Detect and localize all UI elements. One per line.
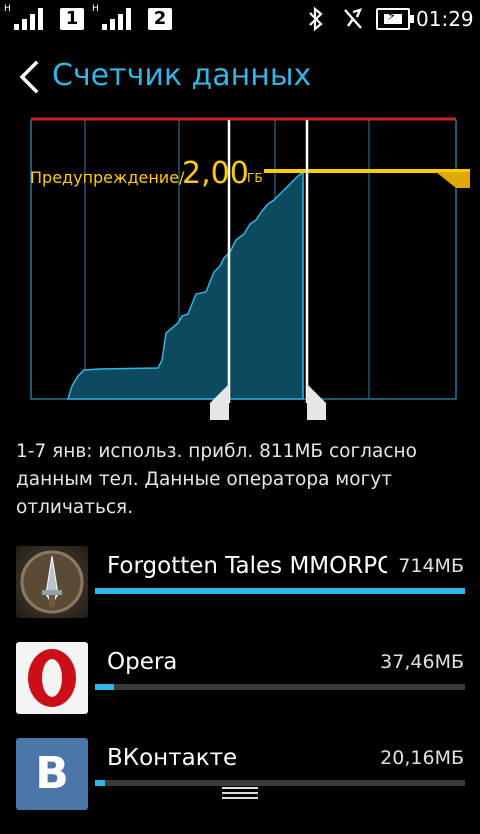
app-usage-bar [95, 588, 465, 594]
usage-summary-text: 1-7 янв: использ. прибл. 811МБ согласно … [16, 441, 417, 518]
menu-handle-icon[interactable] [222, 787, 258, 800]
warning-unit: ГБ [247, 171, 263, 185]
warning-line-handle[interactable] [436, 172, 470, 188]
warning-value: 2,00 [182, 156, 249, 191]
app-header: Счетчик данных [0, 50, 480, 104]
sim1-badge: 1 [60, 8, 84, 30]
forgotten-tales-icon [16, 546, 88, 618]
signal-strength-icon-1 [14, 8, 48, 30]
vkontakte-letter: B [35, 748, 69, 799]
app-name: Opera [107, 649, 178, 675]
sim2-badge: 2 [148, 8, 172, 30]
page-title: Счетчик данных [52, 58, 312, 93]
app-name: ВКонтакте [107, 745, 238, 771]
back-arrow-icon[interactable] [14, 58, 44, 96]
data-usage-chart[interactable]: Предупреждение/ 2,00 ГБ [0, 108, 480, 428]
vkontakte-icon: B [16, 738, 88, 810]
clock: 01:29 [416, 7, 474, 31]
app-usage-bar [95, 684, 465, 690]
bluetooth-icon [309, 6, 323, 32]
app-usage-item-opera[interactable]: Opera 37,46МБ [0, 642, 480, 738]
opera-icon [16, 642, 88, 714]
app-data-size: 20,16МБ [380, 747, 464, 769]
data-off-icon [344, 8, 363, 29]
network-type-label-2: H [92, 4, 99, 14]
app-usage-item-vkontakte[interactable]: B ВКонтакте 20,16МБ [0, 738, 480, 834]
network-type-label-1: H [4, 4, 11, 14]
battery-charging-icon [376, 8, 414, 30]
range-end-handle[interactable] [307, 384, 326, 420]
app-usage-bar [95, 780, 465, 786]
warning-label: Предупреждение/ [30, 168, 185, 187]
status-bar: H 1 H 2 01:29 [0, 0, 480, 38]
app-data-size: 714МБ [390, 552, 464, 580]
usage-area [66, 170, 304, 400]
app-data-size: 37,46МБ [380, 651, 464, 673]
signal-strength-icon-2 [102, 8, 136, 30]
app-usage-item-forgotten-tales[interactable]: Forgotten Tales MMORPG 714МБ [0, 546, 480, 642]
app-name: Forgotten Tales MMORPG [107, 553, 387, 579]
